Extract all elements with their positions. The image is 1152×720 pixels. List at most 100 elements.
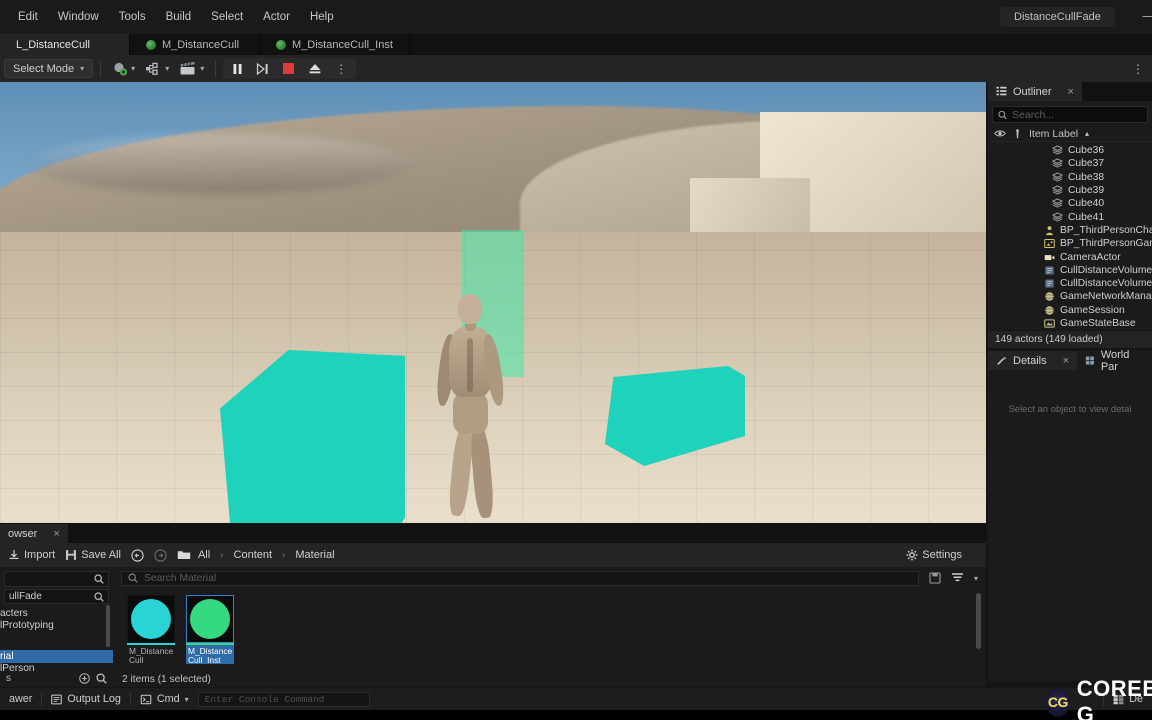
blueprints-button[interactable]: ▾ (141, 58, 173, 79)
close-icon[interactable]: × (53, 528, 59, 540)
console-icon (140, 694, 152, 704)
asset-tile-m-distancecull-inst[interactable]: M_Distance Cull_Inst (186, 595, 234, 664)
outliner-item-culldistancevolume[interactable]: CullDistanceVolume (988, 264, 1152, 277)
outliner-item-cube41[interactable]: Cube41 (988, 210, 1152, 223)
tab-m-distancecull-inst[interactable]: M_DistanceCull_Inst (260, 34, 410, 55)
outliner-item-cameraactor[interactable]: CameraActor (988, 250, 1152, 263)
unreal-editor-window: Edit Window Tools Build Select Actor Hel… (0, 0, 1152, 720)
output-log-button[interactable]: Output Log (42, 688, 129, 710)
cmd-dropdown[interactable]: Cmd ▾ (131, 688, 198, 710)
import-button[interactable]: Import (8, 549, 55, 561)
close-icon[interactable]: × (1063, 355, 1069, 367)
menu-actor[interactable]: Actor (253, 6, 300, 28)
chevron-down-icon[interactable]: ▾ (974, 574, 978, 583)
forward-arrow-icon (154, 548, 167, 562)
asset-search-input[interactable]: Search Material (121, 570, 919, 586)
third-person-character[interactable] (432, 294, 507, 523)
stop-button[interactable] (276, 58, 301, 79)
asset-view-scrollbar[interactable] (976, 593, 981, 649)
tab-world-partition[interactable]: World Par (1077, 349, 1152, 373)
outliner-item-cube39[interactable]: Cube39 (988, 184, 1152, 197)
tab-details[interactable]: Details × (988, 351, 1078, 370)
bottom-filler (0, 710, 1152, 720)
minimize-button[interactable]: — (1140, 8, 1152, 23)
outliner-item-gamenetworkmanager[interactable]: GameNetworkManager (988, 290, 1152, 303)
menu-window[interactable]: Window (48, 6, 109, 28)
details-empty-hint: Select an object to view detai (1008, 404, 1132, 415)
close-icon[interactable]: × (1068, 86, 1074, 98)
outliner-tree[interactable]: Cube36 Cube37 Cube38 Cube39 Cube40 Cube4… (988, 142, 1152, 328)
nav-back-button[interactable] (131, 548, 144, 562)
play-options-button[interactable]: ⋮ (329, 58, 353, 79)
outliner-item-cube36[interactable]: Cube36 (988, 144, 1152, 157)
sources-panel: ullFade acters lPrototyping rial lPerson… (0, 567, 113, 687)
menu-help[interactable]: Help (300, 6, 344, 28)
kebab-icon: ⋮ (335, 61, 348, 76)
content-browser-settings-button[interactable]: Settings (906, 549, 962, 561)
blueprint-character-icon (1046, 226, 1053, 236)
outliner-item-cube40[interactable]: Cube40 (988, 197, 1152, 210)
import-label: Import (24, 549, 56, 561)
content-browser-toolbar: Import Save All All › Content › Material… (0, 543, 986, 567)
tab-label: L_DistanceCull (16, 38, 90, 51)
select-mode-dropdown[interactable]: Select Mode ▾ (4, 59, 94, 78)
content-browser-tab-bar: owser × (0, 524, 986, 543)
cube-icon (1052, 198, 1063, 208)
wrench-icon (997, 356, 1007, 365)
toolbar-settings-button[interactable]: ⋮ (1128, 58, 1148, 79)
save-all-button[interactable]: Save All (65, 549, 121, 561)
character-head (458, 294, 482, 324)
cube-icon (1052, 145, 1063, 155)
breadcrumb-material[interactable]: Material (295, 549, 334, 561)
watermark-badge: CG (1046, 687, 1070, 717)
cinematics-button[interactable]: ▾ (175, 58, 208, 79)
add-actor-button[interactable]: ▾ (108, 58, 139, 79)
outliner-item-bp-thirdpersongamemode[interactable]: BP_ThirdPersonGameMo (988, 237, 1152, 250)
outliner-search-input[interactable] (1012, 108, 1142, 121)
nav-forward-button[interactable] (154, 548, 167, 562)
level-viewport[interactable] (0, 82, 986, 523)
frame-step-button[interactable] (250, 58, 275, 79)
console-command-input[interactable]: Enter Console Command (197, 691, 370, 707)
tab-m-distancecull[interactable]: M_DistanceCull (130, 34, 260, 55)
tab-outliner[interactable]: Outliner × (988, 82, 1082, 101)
breadcrumb-content[interactable]: Content (234, 549, 273, 561)
save-search-icon[interactable] (929, 572, 941, 584)
asset-tile-m-distancecull[interactable]: M_Distance Cull (127, 595, 175, 664)
item-label: BP_ThirdPersonGameMo (1060, 238, 1152, 250)
menu-edit[interactable]: Edit (8, 6, 48, 28)
item-label: BP_ThirdPersonCharacte (1060, 224, 1152, 236)
sources-scrollbar[interactable] (106, 605, 110, 647)
menu-tools[interactable]: Tools (109, 6, 156, 28)
breadcrumb-all[interactable]: All (198, 549, 210, 561)
tab-l-distancecull[interactable]: L_DistanceCull (0, 34, 130, 55)
menu-select[interactable]: Select (201, 6, 253, 28)
kebab-icon: ⋮ (1132, 61, 1144, 76)
content-drawer-button[interactable]: awer (0, 688, 41, 710)
outliner-search[interactable] (992, 106, 1148, 123)
eject-button[interactable] (302, 58, 328, 79)
chevron-down-icon: ▾ (200, 64, 205, 73)
filter-icon[interactable] (951, 572, 964, 584)
menu-build[interactable]: Build (156, 6, 202, 28)
menu-bar: Edit Window Tools Build Select Actor Hel… (0, 0, 344, 34)
folder-item-characters[interactable]: acters (0, 607, 113, 620)
folder-item-lvlprototyping[interactable]: lPrototyping (0, 620, 113, 633)
outliner-item-bp-thirdpersoncharacter[interactable]: BP_ThirdPersonCharacte (988, 224, 1152, 237)
outliner-item-cube37[interactable]: Cube37 (988, 157, 1152, 170)
pause-button[interactable] (226, 58, 249, 79)
outliner-item-cube38[interactable]: Cube38 (988, 171, 1152, 184)
sources-search-row[interactable]: ullFade (4, 589, 109, 604)
tab-label: M_DistanceCull (162, 38, 240, 51)
tab-content-browser[interactable]: owser × (0, 524, 68, 543)
folder-item-material[interactable]: rial (0, 650, 113, 663)
sort-ascending-icon: ▴ (1085, 129, 1090, 138)
pin-icon[interactable] (1013, 128, 1022, 139)
eye-icon[interactable] (994, 129, 1006, 138)
sources-filter-row[interactable] (4, 571, 109, 587)
outliner-item-culldistancevolume2[interactable]: CullDistanceVolume2 (988, 277, 1152, 290)
outliner-item-gamestatebase[interactable]: GameStateBase (988, 317, 1152, 328)
outliner-column-label[interactable]: Item Label (1029, 128, 1078, 140)
item-label: Cube39 (1068, 185, 1105, 197)
outliner-item-gamesession[interactable]: GameSession (988, 304, 1152, 317)
